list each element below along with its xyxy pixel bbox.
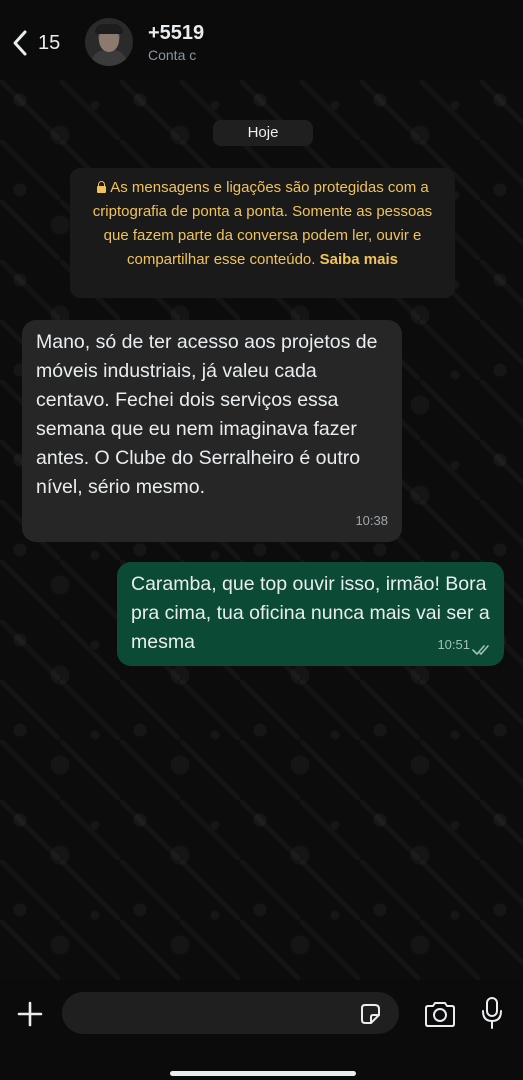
back-button[interactable]: 15 <box>10 28 60 58</box>
avatar[interactable] <box>85 18 133 66</box>
home-indicator[interactable] <box>170 1071 356 1076</box>
message-time: 10:38 <box>355 513 388 528</box>
chat-header: 15 +5519 Conta c <box>0 0 523 80</box>
message-text: Caramba, que top ouvir isso, irmão! Bora… <box>131 573 490 653</box>
contact-name[interactable]: +5519 <box>148 22 206 45</box>
plus-icon[interactable] <box>16 1000 44 1028</box>
message-text: Mano, só de ter acesso aos projetos de m… <box>36 331 378 498</box>
learn-more-link[interactable]: Saiba mais <box>320 251 398 268</box>
unread-count: 15 <box>38 31 61 54</box>
double-check-icon <box>472 645 489 655</box>
lock-icon <box>96 181 107 193</box>
date-chip: Hoje <box>213 120 313 146</box>
camera-icon[interactable] <box>423 1000 457 1028</box>
chevron-left-icon <box>13 30 27 56</box>
encryption-notice[interactable]: As mensagens e ligações são protegidas c… <box>70 168 455 298</box>
microphone-icon[interactable] <box>480 996 504 1030</box>
sticker-icon[interactable] <box>358 1002 382 1026</box>
contact-subtitle[interactable]: Conta c <box>148 47 208 63</box>
message-time: 10:51 <box>437 637 470 652</box>
message-input[interactable] <box>62 992 399 1034</box>
outgoing-message[interactable]: Caramba, que top ouvir isso, irmão! Bora… <box>117 562 504 666</box>
incoming-message[interactable]: Mano, só de ter acesso aos projetos de m… <box>22 320 402 542</box>
